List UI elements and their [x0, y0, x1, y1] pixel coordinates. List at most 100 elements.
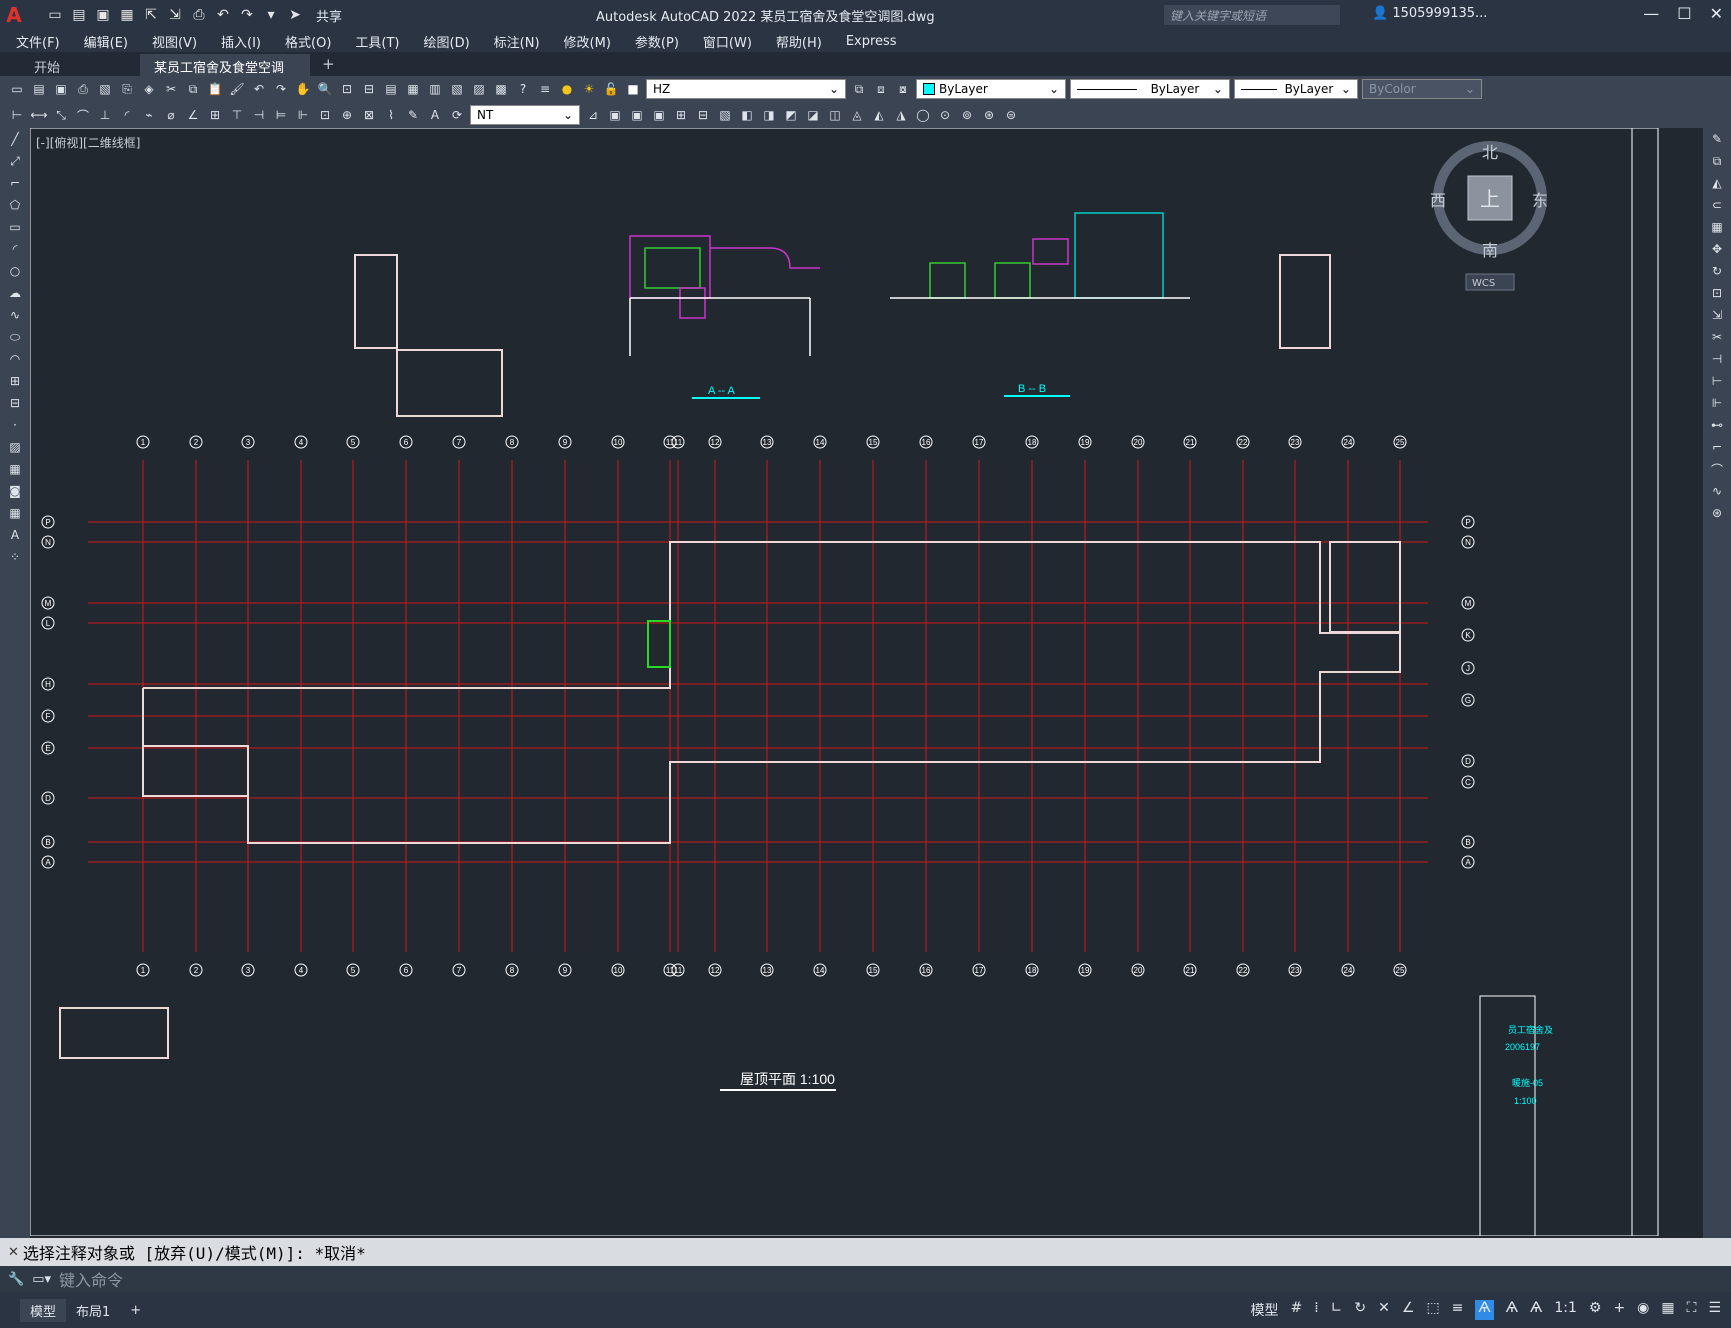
- polyline-icon[interactable]: ⌐: [4, 172, 26, 194]
- field-icon[interactable]: ◩: [782, 106, 800, 124]
- open-icon[interactable]: ▤: [70, 6, 88, 24]
- quick-dimension-icon[interactable]: ⊢: [8, 106, 26, 124]
- undo-icon[interactable]: ↶: [250, 80, 268, 98]
- 3d-print-icon[interactable]: ◈: [140, 80, 158, 98]
- quick-dim-icon[interactable]: ⊞: [206, 106, 224, 124]
- menu-item[interactable]: 视图(V): [152, 32, 197, 51]
- maximize-button[interactable]: ☐: [1677, 4, 1691, 23]
- materials-icon[interactable]: ◬: [848, 106, 866, 124]
- arc-icon[interactable]: ◜: [4, 238, 26, 260]
- space-icon[interactable]: ⊨: [272, 106, 290, 124]
- new-tab-button[interactable]: +: [310, 52, 347, 76]
- view-icon-1[interactable]: ▣: [606, 106, 624, 124]
- view-icon-2[interactable]: ▣: [628, 106, 646, 124]
- customize-icon[interactable]: 🔧: [8, 1272, 24, 1287]
- cut-icon[interactable]: ✂: [162, 80, 180, 98]
- render-icon[interactable]: ◫: [826, 106, 844, 124]
- region-icon[interactable]: ◙: [4, 480, 26, 502]
- orbit-icon[interactable]: ⊛: [980, 106, 998, 124]
- dim-update-icon[interactable]: ⟳: [448, 106, 466, 124]
- polar-icon[interactable]: ↻: [1354, 1300, 1366, 1320]
- new-icon[interactable]: ▭: [46, 6, 64, 24]
- angular-icon[interactable]: ∠: [184, 106, 202, 124]
- layer-dropdown[interactable]: HZ ⌄: [646, 79, 846, 99]
- camera-icon[interactable]: ◮: [892, 106, 910, 124]
- help-icon[interactable]: ?: [514, 80, 532, 98]
- tab-start[interactable]: 开始: [0, 54, 140, 76]
- zoom-previous-icon[interactable]: ⊟: [360, 80, 378, 98]
- aligned-dim-icon[interactable]: ⤡: [52, 106, 70, 124]
- dim-text-edit-icon[interactable]: A: [426, 106, 444, 124]
- menu-item[interactable]: 插入(I): [221, 32, 261, 51]
- diameter-icon[interactable]: ⌀: [162, 106, 180, 124]
- offset-icon[interactable]: ⊂: [1706, 194, 1728, 216]
- point-icon[interactable]: ·: [4, 414, 26, 436]
- redo-icon[interactable]: ↷: [238, 6, 256, 24]
- drawing-viewport[interactable]: [-][俯视][二维线框] 1 1 2 2 3 3 4 4 5 5 6 6 7 7 8 8 9 9 10 10 11 11…: [30, 128, 1703, 1236]
- line-icon[interactable]: ╱: [4, 128, 26, 150]
- autocad-logo-icon[interactable]: A: [0, 0, 28, 30]
- tab-active-drawing[interactable]: 某员工宿舍及食堂空调图* ✕: [140, 54, 310, 95]
- lineweight-icon[interactable]: ≡: [1452, 1300, 1464, 1320]
- jogged-linear-icon[interactable]: ⌇: [382, 106, 400, 124]
- save-icon[interactable]: ▣: [94, 6, 112, 24]
- jogged-icon[interactable]: ⌁: [140, 106, 158, 124]
- menu-item[interactable]: Express: [846, 34, 897, 49]
- ellipse-icon[interactable]: ⬭: [4, 326, 26, 348]
- layer-properties-icon[interactable]: ≡: [536, 80, 554, 98]
- arc-length-icon[interactable]: ⌒: [74, 106, 92, 124]
- break-icon[interactable]: ⊩: [294, 106, 312, 124]
- tab-model[interactable]: 模型: [20, 1298, 67, 1322]
- linetype-dropdown[interactable]: ByLayer ⌄: [1070, 79, 1230, 99]
- array-icon[interactable]: ▦: [1706, 216, 1728, 238]
- fillet-icon[interactable]: ⌒: [1706, 458, 1728, 480]
- save-as-icon[interactable]: ▦: [118, 6, 136, 24]
- share-icon[interactable]: ➤: [286, 6, 304, 24]
- model-space-button[interactable]: 模型: [1250, 1300, 1278, 1320]
- layer-sun-icon[interactable]: ☀: [580, 80, 598, 98]
- tool-palettes-icon[interactable]: ▥: [426, 80, 444, 98]
- insert-block-icon[interactable]: ⊞: [672, 106, 690, 124]
- revcloud-icon[interactable]: ☁: [4, 282, 26, 304]
- viewcube-east[interactable]: 东: [1532, 191, 1548, 210]
- erase-icon[interactable]: ✎: [1706, 128, 1728, 150]
- menu-item[interactable]: 工具(T): [355, 32, 399, 51]
- ordinate-icon[interactable]: ⊥: [96, 106, 114, 124]
- ortho-icon[interactable]: ∟: [1331, 1300, 1343, 1320]
- construction-line-icon[interactable]: ⤢: [4, 150, 26, 172]
- menu-item[interactable]: 绘图(D): [424, 32, 470, 51]
- layer-states-icon[interactable]: ⧇: [894, 80, 912, 98]
- viewcube-west[interactable]: 西: [1430, 191, 1446, 210]
- publish-icon[interactable]: ⎘: [118, 80, 136, 98]
- mtext-icon[interactable]: A: [4, 524, 26, 546]
- grid-icon[interactable]: #: [1290, 1300, 1302, 1320]
- scale-value[interactable]: 1:1: [1554, 1300, 1577, 1320]
- ellipse-arc-icon[interactable]: ◠: [4, 348, 26, 370]
- inspect-icon[interactable]: ⊠: [360, 106, 378, 124]
- blend-icon[interactable]: ∿: [1706, 480, 1728, 502]
- radius-icon[interactable]: ◜: [118, 106, 136, 124]
- new-icon[interactable]: ▭: [8, 80, 26, 98]
- command-input[interactable]: 键入命令: [59, 1267, 123, 1291]
- menu-item[interactable]: 编辑(E): [84, 32, 128, 51]
- close-button[interactable]: ✕: [1710, 4, 1723, 23]
- wcs-menu[interactable]: WCS: [1472, 278, 1495, 289]
- linear-dim-icon[interactable]: ⟷: [30, 106, 48, 124]
- layer-bulb-icon[interactable]: ●: [558, 80, 576, 98]
- hyperlink-icon[interactable]: ◪: [804, 106, 822, 124]
- paste-icon[interactable]: 📋: [206, 80, 224, 98]
- copy-icon[interactable]: ⧉: [1706, 150, 1728, 172]
- osnap-icon[interactable]: ∠: [1402, 1300, 1415, 1320]
- menu-item[interactable]: 标注(N): [494, 32, 540, 51]
- customize-icon[interactable]: ☰: [1708, 1300, 1721, 1320]
- dim-edit-icon[interactable]: ✎: [404, 106, 422, 124]
- minimize-button[interactable]: —: [1643, 4, 1659, 23]
- design-center-icon[interactable]: ▦: [404, 80, 422, 98]
- break-point-icon[interactable]: ⊢: [1706, 370, 1728, 392]
- customize-qat-icon[interactable]: ▾: [262, 6, 280, 24]
- xref-icon[interactable]: ⊟: [694, 106, 712, 124]
- scale-icon[interactable]: ⊡: [1706, 282, 1728, 304]
- gear-icon[interactable]: ⚙: [1589, 1300, 1602, 1320]
- viewcube-north[interactable]: 北: [1482, 143, 1498, 162]
- menu-item[interactable]: 窗口(W): [703, 32, 752, 51]
